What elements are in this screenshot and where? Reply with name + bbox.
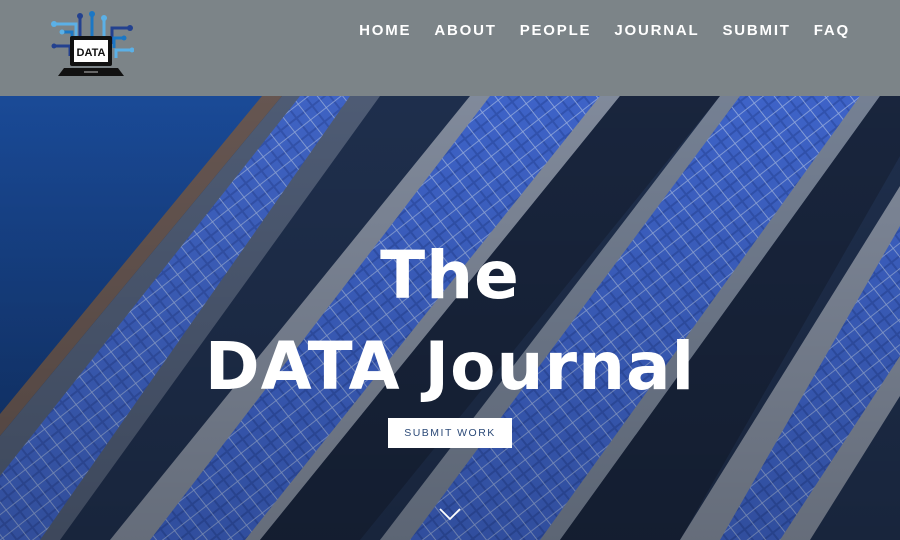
data-laptop-logo-icon[interactable]: DATA (48, 10, 135, 80)
nav-people[interactable]: PEOPLE (520, 22, 592, 39)
logo-text: DATA (77, 47, 106, 59)
nav-home[interactable]: HOME (359, 22, 411, 39)
nav-faq[interactable]: FAQ (814, 22, 850, 39)
nav-about[interactable]: ABOUT (434, 22, 496, 39)
hero-section: The DATA Journal SUBMIT WORK (0, 96, 900, 540)
hero-title-line1: The (380, 237, 520, 314)
hero-title-line2: DATA Journal (204, 328, 696, 405)
chevron-down-icon[interactable] (438, 506, 462, 522)
nav-journal[interactable]: JOURNAL (614, 22, 699, 39)
main-nav: HOME ABOUT PEOPLE JOURNAL SUBMIT FAQ (359, 22, 850, 39)
hero-background-image (0, 96, 900, 540)
nav-submit[interactable]: SUBMIT (722, 22, 790, 39)
site-header: DATA HOME ABOUT PEOPLE JOURNAL SUBMIT FA… (0, 0, 900, 96)
submit-work-button[interactable]: SUBMIT WORK (388, 418, 512, 448)
